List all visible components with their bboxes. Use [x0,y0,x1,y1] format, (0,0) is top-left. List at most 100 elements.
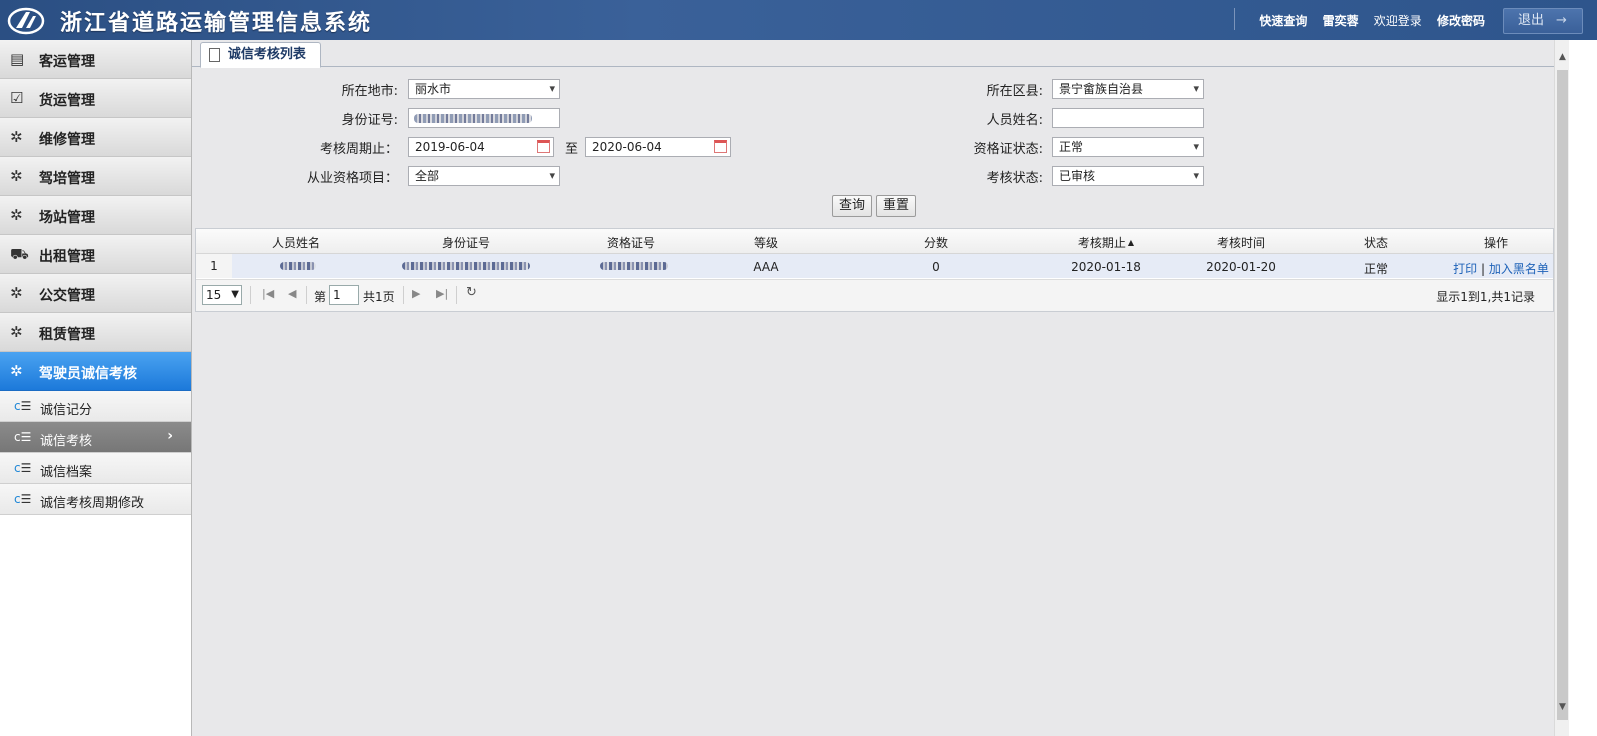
col-review-time[interactable]: 考核时间 [1191,234,1291,251]
city-select[interactable]: 丽水市 ▾ [408,79,560,99]
quick-query-link[interactable]: 快速查询 [1259,14,1307,28]
add-blacklist-link[interactable]: 加入黑名单 [1489,262,1549,276]
query-button[interactable]: 查询 [832,195,872,217]
user-name: 雷奕蓉 [1322,14,1359,28]
page-size-select[interactable]: 15 ▼ [202,285,242,305]
page-margin [1569,40,1597,736]
chevron-down-icon: ▾ [1193,82,1199,95]
period-to-value: 2020-06-04 [592,140,662,154]
taxi-icon: ⛟ [10,245,29,263]
period-to-field[interactable]: 2020-06-04 [585,137,731,157]
top-nav: 快速查询 雷奕蓉 欢迎登录 修改密码 [1234,8,1485,30]
col-id-number[interactable]: 身份证号 [386,234,546,251]
col-person-name[interactable]: 人员姓名 [236,234,356,251]
checklist-icon: ☑ [10,89,24,107]
review-status-label: 考核状态: [986,171,1043,186]
menu-label: 驾驶员诚信考核 [39,366,137,382]
col-period-end-label: 考核期止 [1077,236,1126,250]
first-page-icon[interactable]: |◀ [262,287,274,300]
col-status[interactable]: 状态 [1336,234,1416,251]
cert-status-select[interactable]: 正常 ▾ [1052,137,1204,157]
col-grade[interactable]: 等级 [726,234,806,251]
redacted-id [402,262,530,270]
list-icon: c☰ [14,399,32,413]
pagination-bar: 15 ▼ |◀ ◀ 第 1 共1页 ▶ ▶| ↻ 显示1到1,共1记录 [196,279,1553,311]
menu-label: 维修管理 [39,132,95,148]
gear-icon: ✲ [10,167,23,185]
next-page-icon[interactable]: ▶ [412,287,420,300]
menu-label: 公交管理 [39,288,95,304]
pager-summary: 显示1到1,共1记录 [1436,290,1535,304]
menu-repair[interactable]: ✲ 维修管理 [0,118,191,157]
scroll-thumb[interactable] [1557,70,1568,720]
menu-station[interactable]: ✲ 场站管理 [0,196,191,235]
sidebar-item-credit-review[interactable]: c☰ 诚信考核 › [0,422,191,453]
cert-status-value: 正常 [1059,140,1084,154]
reset-button[interactable]: 重置 [876,195,916,217]
logout-label: 退出 [1518,13,1545,28]
city-value: 丽水市 [415,82,452,96]
sidebar-item-credit-archive[interactable]: c☰ 诚信档案 [0,453,191,484]
period-label: 考核周期止： [319,142,398,157]
id-number-field[interactable] [408,108,560,128]
main-content: 诚信考核列表 所在地市: 丽水市 ▾ 所在区县: 景宁畲族自治县 ▾ 身份证号:… [192,40,1554,736]
document-icon [209,48,220,62]
change-password-link[interactable]: 修改密码 [1437,14,1485,28]
review-status-select[interactable]: 已审核 ▾ [1052,166,1204,186]
calendar-icon[interactable] [537,140,550,153]
cell-actions: 打印 | 加入黑名单 [1451,260,1551,277]
pager-divider [306,286,307,304]
table-row[interactable]: 1 AAA 0 2020-01-18 2020-01-20 正常 打印 | 加入… [196,254,1553,278]
sidebar-item-review-period[interactable]: c☰ 诚信考核周期修改 [0,484,191,515]
tab-bar: 诚信考核列表 [192,40,1554,68]
period-to-label: 至 [564,142,578,157]
menu-freight[interactable]: ☑ 货运管理 [0,79,191,118]
menu-label: 货运管理 [39,93,95,109]
page-total: 共1页 [363,290,395,304]
col-score[interactable]: 分数 [896,234,976,251]
menu-passenger[interactable]: ▤ 客运管理 [0,40,191,79]
scroll-up-icon[interactable]: ▲ [1555,52,1570,62]
calendar-icon[interactable] [714,140,727,153]
list-icon: c☰ [14,461,32,475]
menu-driving-training[interactable]: ✲ 驾培管理 [0,157,191,196]
chevron-down-icon: ▾ [1193,169,1199,182]
page-number-input[interactable]: 1 [329,285,359,305]
name-label: 人员姓名: [986,113,1043,128]
period-from-field[interactable]: 2019-06-04 [408,137,554,157]
tab-label: 诚信考核列表 [227,47,306,62]
county-value: 景宁畲族自治县 [1059,82,1144,96]
col-cert-number[interactable]: 资格证号 [576,234,686,251]
vertical-scrollbar[interactable]: ▲ ▼ [1554,40,1570,736]
gear-icon: ✲ [10,128,23,146]
refresh-icon[interactable]: ↻ [466,285,477,300]
scroll-down-icon[interactable]: ▼ [1555,702,1570,712]
app-title: 浙江省道路运输管理信息系统 [60,11,373,36]
prev-page-icon[interactable]: ◀ [288,287,296,300]
menu-label: 出租管理 [39,249,95,265]
chevron-down-icon: ▾ [549,82,555,95]
sort-asc-icon: ▲ [1127,238,1135,247]
chevron-right-icon: › [167,428,173,444]
menu-driver-credit[interactable]: ✲ 驾驶员诚信考核 [0,352,191,391]
print-link[interactable]: 打印 [1453,262,1477,276]
tab-credit-review-list[interactable]: 诚信考核列表 [200,42,321,68]
col-period-end[interactable]: 考核期止 ▲ [1056,234,1156,251]
logo-icon [7,7,45,35]
logout-button[interactable]: 退出 → [1503,8,1583,34]
sidebar-item-credit-score[interactable]: c☰ 诚信记分 [0,391,191,422]
menu-taxi[interactable]: ⛟ 出租管理 [0,235,191,274]
menu-label: 客运管理 [39,54,95,70]
page-size-value: 15 [206,288,222,302]
qualification-label: 从业资格项目： [306,171,398,186]
name-field[interactable] [1052,108,1204,128]
county-select[interactable]: 景宁畲族自治县 ▾ [1052,79,1204,99]
action-separator: | [1480,262,1486,276]
menu-public-transit[interactable]: ✲ 公交管理 [0,274,191,313]
row-number: 1 [196,254,232,278]
sub-label: 诚信档案 [40,465,93,480]
gear-icon: ✲ [10,206,23,224]
qualification-select[interactable]: 全部 ▾ [408,166,560,186]
last-page-icon[interactable]: ▶| [436,287,448,300]
menu-rental[interactable]: ✲ 租赁管理 [0,313,191,352]
